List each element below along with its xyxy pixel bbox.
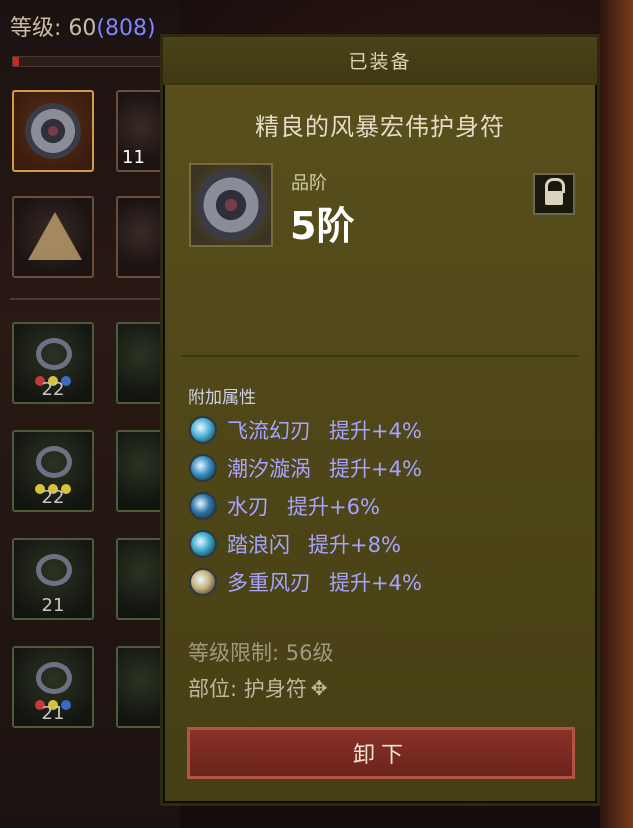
grade-value: 5阶	[290, 204, 355, 248]
ring-icon	[36, 338, 72, 370]
slot-level: 22	[41, 487, 65, 508]
level-requirement: 等级限制: 56级	[188, 641, 334, 665]
inventory-slot-partial-2[interactable]	[116, 196, 166, 278]
attribute-row: 水刃 提升+6%	[189, 487, 422, 525]
bracer-icon	[36, 446, 72, 478]
inventory-slot-gear-1[interactable]: 22	[12, 322, 94, 404]
unequip-button[interactable]: 卸下	[187, 727, 575, 779]
item-name: 精良的风暴宏伟护身符	[255, 113, 505, 141]
tooltip-header: 已装备	[163, 37, 597, 85]
amulet-slot-icon: ✥	[310, 676, 328, 700]
grade-label: 品阶	[291, 173, 327, 194]
attribute-row: 多重风刃 提升+4%	[189, 563, 422, 601]
attribute-row: 潮汐漩涡 提升+4%	[189, 449, 422, 487]
scene-background-right	[600, 0, 633, 828]
triangle-emblem-icon	[28, 212, 82, 260]
amulet-icon	[196, 170, 266, 240]
slot-level: 21	[41, 703, 65, 724]
inventory-slot-partial-6[interactable]	[116, 646, 166, 728]
inventory-slot-gear-2[interactable]: 22	[12, 430, 94, 512]
attribute-list: 飞流幻刃 提升+4% 潮汐漩涡 提升+4% 水刃 提升+6% 踏浪闪 提升+8%…	[189, 411, 422, 601]
attributes-title: 附加属性	[188, 388, 256, 408]
inventory-divider	[10, 298, 160, 300]
xp-bar	[12, 56, 164, 67]
item-tooltip: 已装备 精良的风暴宏伟护身符 品阶 5阶 附加属性 飞流幻刃 提升+4% 潮汐漩…	[160, 34, 600, 806]
player-level: 等级: 60(808)	[10, 16, 156, 41]
water-blade-icon	[189, 492, 217, 520]
section-divider	[181, 355, 579, 357]
slot-level: 22	[41, 379, 65, 400]
wave-dash-icon	[189, 530, 217, 558]
inventory-slot-emblem[interactable]	[12, 196, 94, 278]
inventory-slot-gear-3[interactable]: 21	[12, 538, 94, 620]
ring-icon	[36, 554, 72, 586]
ring-icon	[36, 662, 72, 694]
attribute-row: 飞流幻刃 提升+4%	[189, 411, 422, 449]
amulet-icon	[25, 103, 81, 159]
slot-level: 21	[41, 595, 65, 616]
lock-icon	[545, 178, 565, 205]
wind-blade-icon	[189, 568, 217, 596]
inventory-slot-partial-3[interactable]	[116, 322, 166, 404]
attribute-row: 踏浪闪 提升+8%	[189, 525, 422, 563]
inventory-slot-partial-5[interactable]	[116, 538, 166, 620]
item-icon-frame	[189, 163, 273, 247]
tide-vortex-icon	[189, 454, 217, 482]
lock-button[interactable]	[533, 173, 575, 215]
inventory-slot-amulet[interactable]	[12, 90, 94, 172]
equip-slot: 部位: 护身符 ✥	[188, 676, 328, 701]
inventory-slot-partial-4[interactable]	[116, 430, 166, 512]
inventory-slot-gear-4[interactable]: 21	[12, 646, 94, 728]
inventory-slot-partial[interactable]: 11	[116, 90, 166, 172]
blade-swirl-icon	[189, 416, 217, 444]
